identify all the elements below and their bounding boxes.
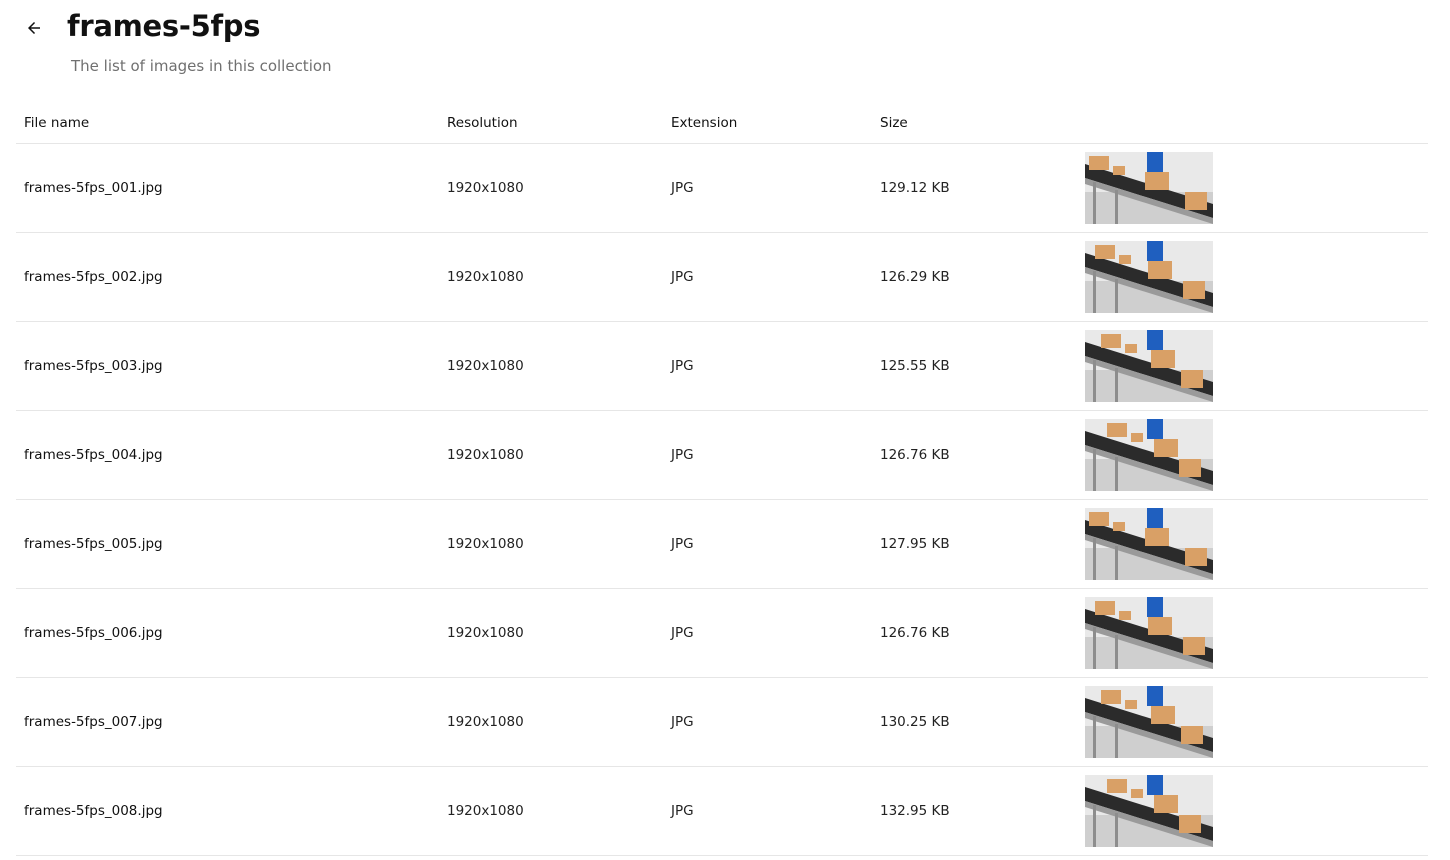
column-header-resolution[interactable]: Resolution xyxy=(447,115,518,131)
image-thumbnail[interactable] xyxy=(1085,241,1213,313)
file-size: 130.25 KB xyxy=(880,714,950,730)
file-size: 126.76 KB xyxy=(880,625,950,641)
file-size: 126.76 KB xyxy=(880,447,950,463)
file-size: 129.12 KB xyxy=(880,180,950,196)
resolution: 1920x1080 xyxy=(447,180,524,196)
file-size: 126.29 KB xyxy=(880,269,950,285)
file-name: frames-5fps_003.jpg xyxy=(24,358,163,374)
image-thumbnail[interactable] xyxy=(1085,686,1213,758)
back-button[interactable] xyxy=(20,16,48,44)
file-name: frames-5fps_007.jpg xyxy=(24,714,163,730)
column-header-size[interactable]: Size xyxy=(880,115,908,131)
column-header-extension[interactable]: Extension xyxy=(671,115,737,131)
table-row[interactable]: frames-5fps_001.jpg 1920x1080 JPG 129.12 KB xyxy=(16,144,1428,233)
table-header: File name Resolution Extension Size xyxy=(16,100,1428,144)
resolution: 1920x1080 xyxy=(447,625,524,641)
resolution: 1920x1080 xyxy=(447,536,524,552)
image-thumbnail[interactable] xyxy=(1085,775,1213,847)
extension: JPG xyxy=(671,536,694,552)
file-name: frames-5fps_002.jpg xyxy=(24,269,163,285)
file-name: frames-5fps_005.jpg xyxy=(24,536,163,552)
table-row[interactable]: frames-5fps_004.jpg 1920x1080 JPG 126.76 KB xyxy=(16,411,1428,500)
column-header-file-name[interactable]: File name xyxy=(24,115,89,131)
resolution: 1920x1080 xyxy=(447,447,524,463)
table-row[interactable]: frames-5fps_006.jpg 1920x1080 JPG 126.76 KB xyxy=(16,589,1428,678)
page-title: frames-5fps xyxy=(67,9,261,43)
file-name: frames-5fps_008.jpg xyxy=(24,803,163,819)
arrow-left-icon xyxy=(25,19,43,42)
file-name: frames-5fps_004.jpg xyxy=(24,447,163,463)
table-row[interactable]: frames-5fps_005.jpg 1920x1080 JPG 127.95 KB xyxy=(16,500,1428,589)
extension: JPG xyxy=(671,180,694,196)
table-row[interactable]: frames-5fps_002.jpg 1920x1080 JPG 126.29 KB xyxy=(16,233,1428,322)
resolution: 1920x1080 xyxy=(447,803,524,819)
table-body: frames-5fps_001.jpg 1920x1080 JPG 129.12 KB… xyxy=(16,144,1428,856)
resolution: 1920x1080 xyxy=(447,358,524,374)
resolution: 1920x1080 xyxy=(447,714,524,730)
image-thumbnail[interactable] xyxy=(1085,419,1213,491)
extension: JPG xyxy=(671,447,694,463)
file-name: frames-5fps_001.jpg xyxy=(24,180,163,196)
images-table: File name Resolution Extension Size fram… xyxy=(16,100,1428,856)
image-thumbnail[interactable] xyxy=(1085,152,1213,224)
extension: JPG xyxy=(671,269,694,285)
table-row[interactable]: frames-5fps_003.jpg 1920x1080 JPG 125.55 KB xyxy=(16,322,1428,411)
resolution: 1920x1080 xyxy=(447,269,524,285)
image-thumbnail[interactable] xyxy=(1085,508,1213,580)
page-header: frames-5fps The list of images in this c… xyxy=(0,0,1450,90)
extension: JPG xyxy=(671,714,694,730)
file-name: frames-5fps_006.jpg xyxy=(24,625,163,641)
table-row[interactable]: frames-5fps_008.jpg 1920x1080 JPG 132.95 KB xyxy=(16,767,1428,856)
image-thumbnail[interactable] xyxy=(1085,597,1213,669)
table-row[interactable]: frames-5fps_007.jpg 1920x1080 JPG 130.25 KB xyxy=(16,678,1428,767)
file-size: 127.95 KB xyxy=(880,536,950,552)
image-thumbnail[interactable] xyxy=(1085,330,1213,402)
extension: JPG xyxy=(671,358,694,374)
extension: JPG xyxy=(671,803,694,819)
file-size: 125.55 KB xyxy=(880,358,950,374)
extension: JPG xyxy=(671,625,694,641)
file-size: 132.95 KB xyxy=(880,803,950,819)
page-subtitle: The list of images in this collection xyxy=(71,57,332,75)
